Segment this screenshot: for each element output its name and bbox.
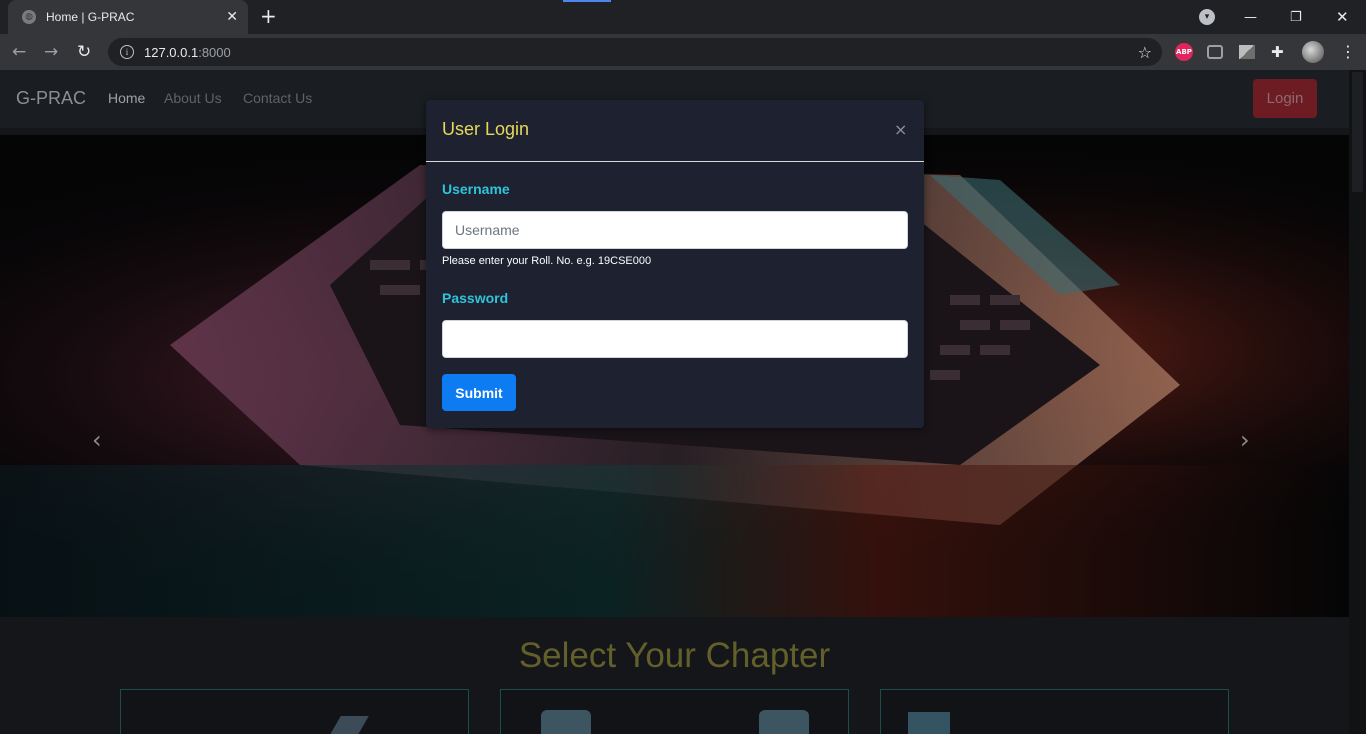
url-text: 127.0.0.1:8000 bbox=[144, 45, 231, 60]
username-help-text: Please enter your Roll. No. e.g. 19CSE00… bbox=[442, 255, 652, 267]
browser-tab-strip: ◍ Home | G-PRAC ✕ + ▾ — ❐ ✕ bbox=[0, 0, 1366, 34]
nav-about-us[interactable]: About Us bbox=[164, 90, 222, 106]
new-tab-button[interactable]: + bbox=[260, 5, 277, 27]
username-input[interactable] bbox=[442, 211, 908, 249]
chapter-card-image bbox=[908, 712, 950, 734]
extension-gradient-icon[interactable] bbox=[1239, 45, 1255, 59]
chapter-card[interactable] bbox=[500, 689, 849, 734]
reload-icon[interactable]: ↻ bbox=[77, 42, 91, 62]
restore-button[interactable]: ❐ bbox=[1290, 0, 1302, 34]
close-icon[interactable]: × bbox=[894, 120, 907, 139]
bookmark-star-icon[interactable]: ☆ bbox=[1138, 43, 1152, 62]
url-host: 127.0.0.1 bbox=[144, 44, 199, 60]
site-brand[interactable]: G-PRAC bbox=[16, 88, 86, 109]
chapter-card-image bbox=[321, 716, 369, 734]
site-info-icon[interactable]: i bbox=[120, 45, 134, 59]
tab-close-icon[interactable]: ✕ bbox=[226, 9, 238, 25]
username-label: Username bbox=[442, 181, 510, 197]
carousel-prev-icon[interactable]: ‹ bbox=[92, 426, 102, 454]
nav-contact-us[interactable]: Contact Us bbox=[243, 90, 312, 106]
back-arrow-icon[interactable]: ← bbox=[12, 42, 26, 62]
login-modal: User Login × Username Please enter your … bbox=[426, 100, 924, 428]
adblock-extension-icon[interactable]: ABP bbox=[1175, 43, 1193, 61]
login-button[interactable]: Login bbox=[1253, 79, 1317, 118]
section-title: Select Your Chapter bbox=[518, 636, 831, 675]
chapter-card-image bbox=[541, 710, 591, 734]
browser-toolbar: ← → ↻ i 127.0.0.1:8000 ☆ ABP ✚ ⋮ bbox=[0, 34, 1366, 70]
password-input[interactable] bbox=[442, 320, 908, 358]
tab-strip-indicator bbox=[563, 0, 611, 2]
browser-menu-icon[interactable]: ⋮ bbox=[1340, 43, 1358, 61]
extension-box-icon[interactable] bbox=[1207, 45, 1223, 59]
chapter-card-image bbox=[759, 710, 809, 734]
tab-search-icon[interactable]: ▾ bbox=[1199, 9, 1215, 25]
forward-arrow-icon[interactable]: → bbox=[44, 42, 58, 62]
minimize-button[interactable]: — bbox=[1244, 0, 1257, 34]
password-label: Password bbox=[442, 290, 509, 306]
url-port: :8000 bbox=[198, 44, 231, 60]
scrollbar-thumb[interactable] bbox=[1352, 72, 1363, 192]
nav-home[interactable]: Home bbox=[108, 90, 145, 106]
modal-title: User Login bbox=[442, 119, 530, 139]
profile-avatar[interactable] bbox=[1302, 41, 1324, 63]
chapter-card[interactable] bbox=[880, 689, 1229, 734]
address-bar[interactable]: i 127.0.0.1:8000 ☆ bbox=[108, 38, 1162, 66]
page-scrollbar[interactable] bbox=[1349, 70, 1366, 734]
window-close-button[interactable]: ✕ bbox=[1336, 0, 1349, 34]
browser-tab[interactable]: ◍ Home | G-PRAC ✕ bbox=[8, 0, 248, 34]
tab-title: Home | G-PRAC bbox=[46, 10, 135, 24]
page-viewport: G-PRAC Home About Us Contact Us Login ‹ … bbox=[0, 70, 1366, 734]
chapter-card[interactable] bbox=[120, 689, 469, 734]
submit-button[interactable]: Submit bbox=[442, 374, 516, 411]
modal-header: User Login × bbox=[426, 100, 924, 162]
extensions-puzzle-icon[interactable]: ✚ bbox=[1271, 43, 1289, 61]
carousel-next-icon[interactable]: › bbox=[1240, 426, 1250, 454]
globe-icon: ◍ bbox=[22, 10, 36, 24]
